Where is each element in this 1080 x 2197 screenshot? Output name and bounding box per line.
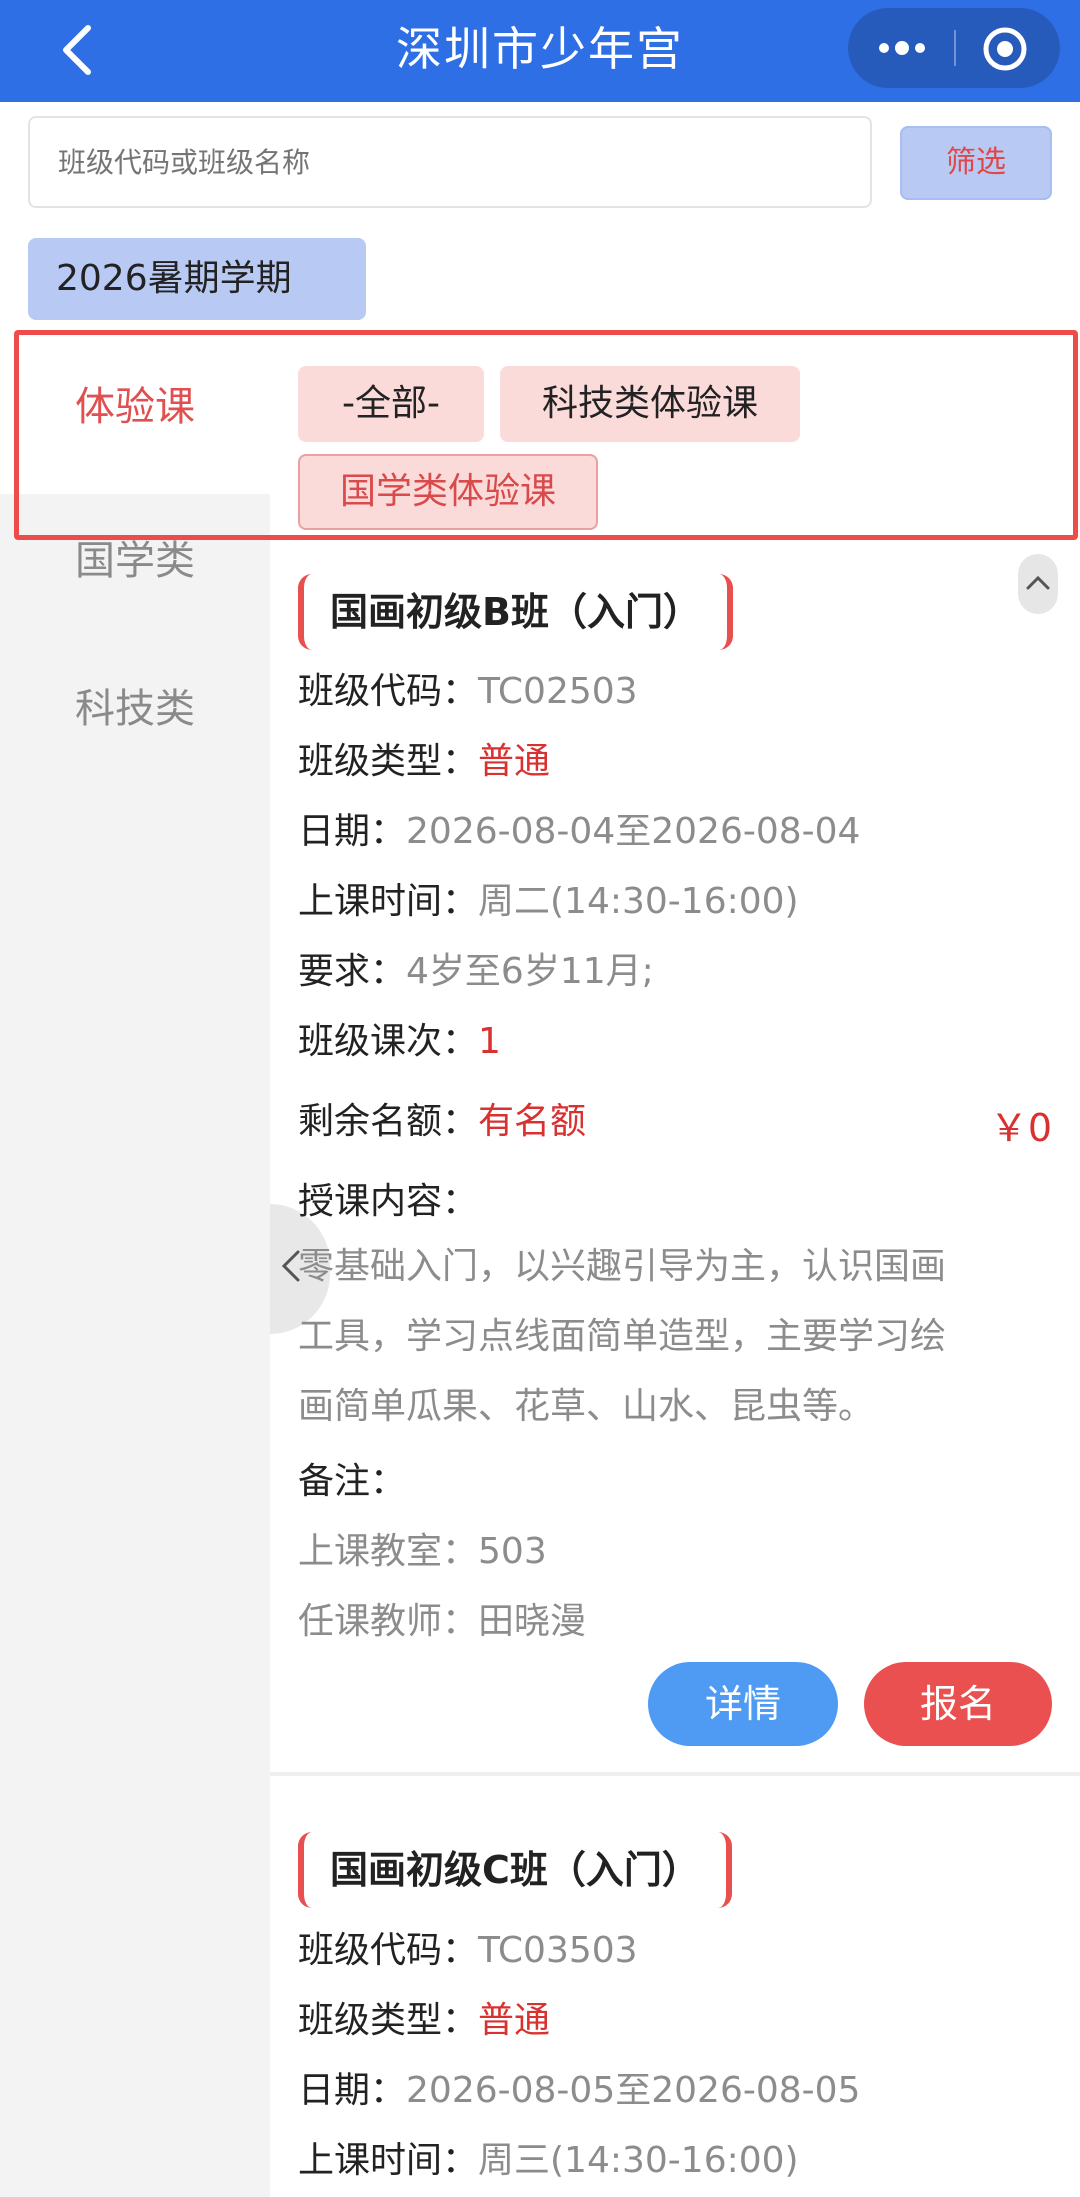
class-time-row: 上课时间：周二(14:30-16:00)	[298, 877, 799, 927]
class-code-label: 班级代码：	[298, 671, 479, 712]
subcategory-chip-tech[interactable]: 科技类体验课	[500, 366, 800, 442]
class-type-row: 班级类型：普通	[298, 737, 550, 787]
course-title: 国画初级B班（入门）	[298, 574, 733, 650]
requirement-row: 要求：4岁至6岁11月;	[298, 947, 654, 997]
course-card: 国画初级C班（入门） 班级代码：TC03503 班级类型：普通 日期：2026-…	[270, 1824, 1080, 2197]
class-time-label: 上课时间：	[298, 881, 479, 922]
quota-row: 剩余名额：有名额	[298, 1097, 586, 1147]
sessions-value: 1	[478, 1021, 501, 1062]
class-type-label: 班级类型：	[298, 2000, 479, 2041]
course-description: 零基础入门，以兴趣引导为主，认识国画 工具，学习点线面简单造型，主要学习绘 画简…	[298, 1232, 1048, 1442]
class-code-label: 班级代码：	[298, 1930, 479, 1971]
description-line: 画简单瓜果、花草、山水、昆虫等。	[298, 1386, 875, 1427]
subcategory-chip-guoxue[interactable]: 国学类体验课	[298, 454, 598, 530]
date-label: 日期：	[298, 2070, 407, 2111]
title-bar: 深圳市少年宫	[0, 0, 1080, 102]
card-divider	[270, 1772, 1080, 1776]
search-input[interactable]	[28, 116, 872, 208]
quota-value: 有名额	[478, 1101, 587, 1142]
term-chip[interactable]: 2026暑期学期	[28, 238, 366, 320]
course-title: 国画初级C班（入门）	[298, 1832, 732, 1908]
requirement-label: 要求：	[298, 951, 407, 992]
class-time-value: 周三(14:30-16:00)	[478, 2140, 799, 2181]
more-dots-icon[interactable]	[874, 32, 930, 64]
filter-button[interactable]: 筛选	[900, 126, 1052, 200]
quota-label: 剩余名额：	[298, 1101, 479, 1142]
requirement-value: 4岁至6岁11月;	[406, 951, 654, 992]
teacher-row: 任课教师：田晓漫	[298, 1597, 586, 1647]
remark-label: 备注：	[298, 1461, 407, 1502]
content-label: 授课内容：	[298, 1181, 479, 1222]
classroom-row: 上课教室：503	[298, 1527, 547, 1577]
description-line: 零基础入门，以兴趣引导为主，认识国画	[298, 1246, 947, 1287]
date-label: 日期：	[298, 811, 407, 852]
course-card: 国画初级B班（入门） 班级代码：TC02503 班级类型：普通 日期：2026-…	[270, 564, 1080, 1684]
class-type-value: 普通	[478, 2000, 551, 2041]
class-code-value: TC03503	[478, 1930, 638, 1971]
capsule-divider	[954, 30, 956, 66]
class-time-row: 上课时间：周三(14:30-16:00)	[298, 2136, 799, 2186]
class-time-label: 上课时间：	[298, 2140, 479, 2181]
classroom-label: 上课教室：	[298, 1531, 479, 1572]
sessions-row: 班级课次：1	[298, 1017, 501, 1067]
signup-button[interactable]: 报名	[864, 1662, 1052, 1746]
class-code-row: 班级代码：TC02503	[298, 667, 638, 717]
class-type-value: 普通	[478, 741, 551, 782]
sessions-label: 班级课次：	[298, 1021, 479, 1062]
price: ￥0	[989, 1106, 1052, 1150]
subcategory-chip-all[interactable]: -全部-	[298, 366, 484, 442]
class-type-label: 班级类型：	[298, 741, 479, 782]
date-value: 2026-08-04至2026-08-04	[406, 811, 861, 852]
date-row: 日期：2026-08-04至2026-08-04	[298, 807, 860, 857]
class-code-row: 班级代码：TC03503	[298, 1926, 638, 1976]
class-type-row: 班级类型：普通	[298, 1996, 550, 2046]
description-line: 工具，学习点线面简单造型，主要学习绘	[298, 1316, 947, 1357]
target-circle-icon[interactable]	[982, 26, 1028, 72]
teacher-value: 田晓漫	[478, 1601, 587, 1642]
teacher-label: 任课教师：	[298, 1601, 479, 1642]
category-nav: 体验课 国学类 科技类	[0, 324, 270, 2197]
category-area: 体验课 国学类 科技类 -全部- 科技类体验课 国学类体验课 国画初级B班（入门…	[0, 324, 1080, 2197]
date-value: 2026-08-05至2026-08-05	[406, 2070, 861, 2111]
class-code-value: TC02503	[478, 671, 638, 712]
category-tab-tech[interactable]: 科技类	[0, 676, 270, 734]
date-row: 日期：2026-08-05至2026-08-05	[298, 2066, 860, 2116]
search-bar: 筛选	[0, 102, 1080, 220]
detail-button[interactable]: 详情	[648, 1662, 838, 1746]
category-tab-experience[interactable]: 体验课	[0, 374, 270, 432]
classroom-value: 503	[478, 1531, 547, 1572]
miniprogram-capsule	[848, 8, 1060, 88]
class-time-value: 周二(14:30-16:00)	[478, 881, 799, 922]
category-tab-guoxue[interactable]: 国学类	[0, 528, 270, 586]
term-selector-row: 2026暑期学期	[0, 220, 1080, 324]
